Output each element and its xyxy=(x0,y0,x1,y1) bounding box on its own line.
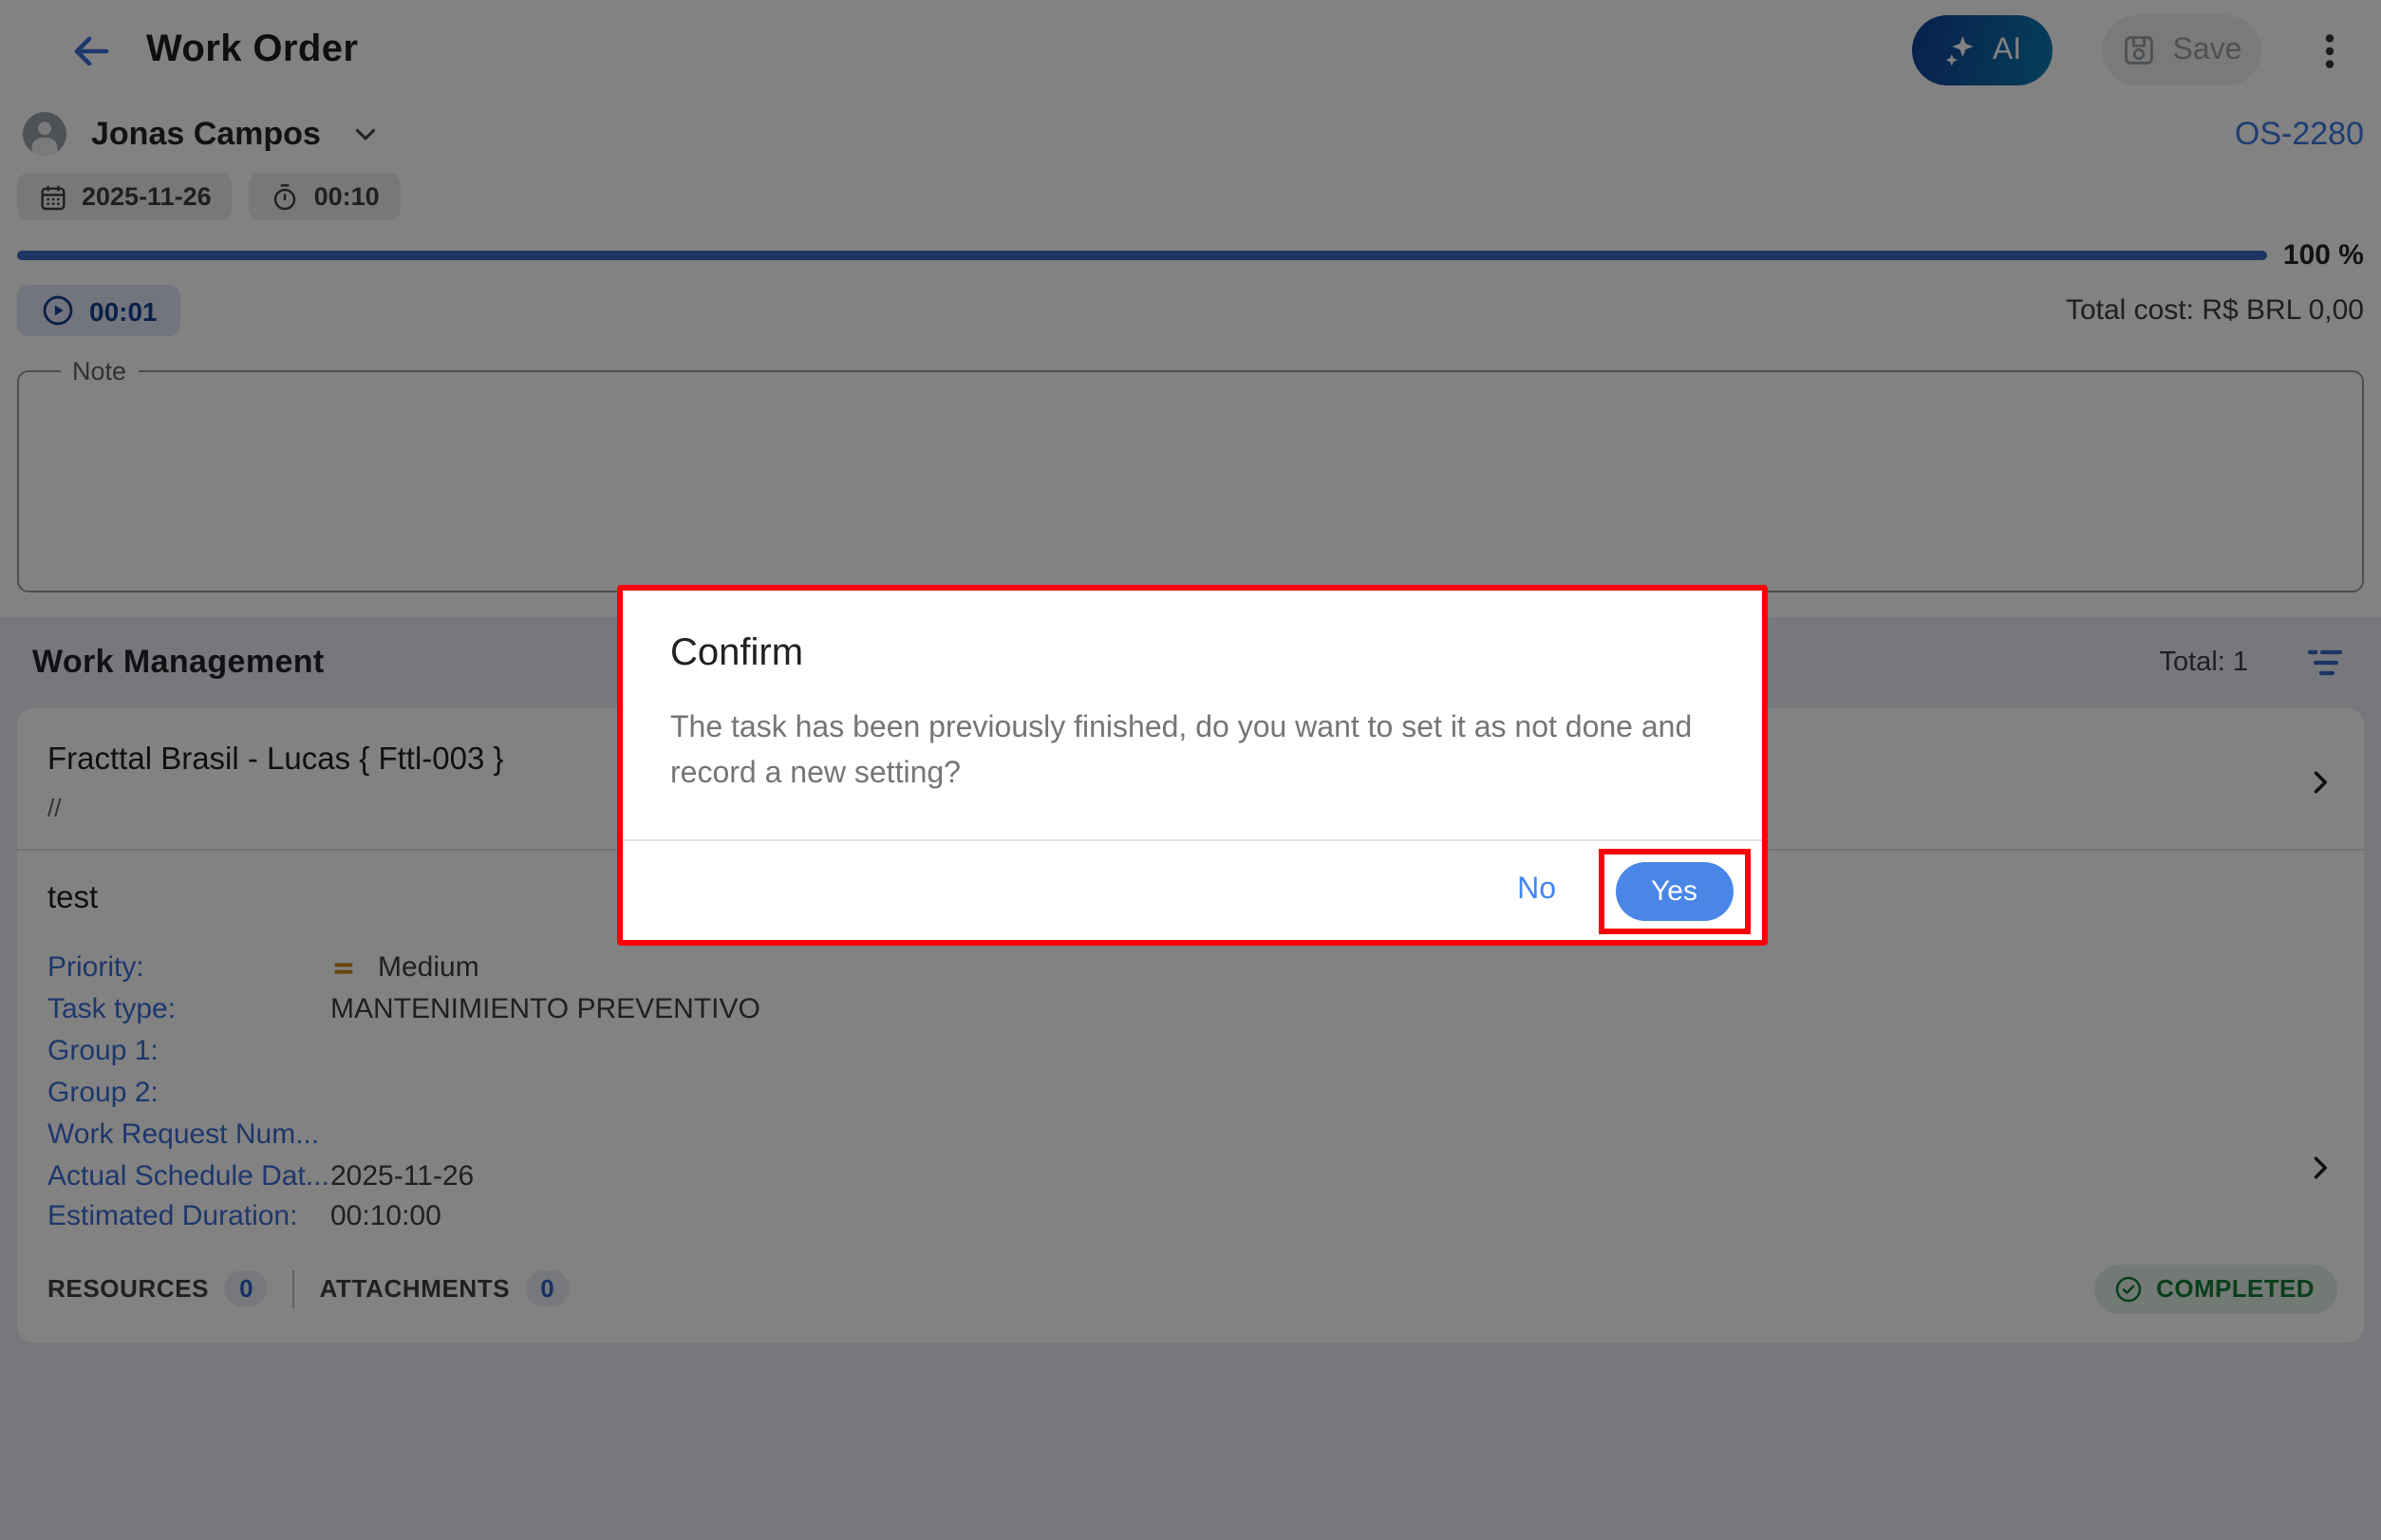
dialog-title: Confirm xyxy=(670,632,1715,676)
dialog-message: The task has been previously finished, d… xyxy=(670,706,1734,798)
app-window: Work Order AI Save xyxy=(0,0,2381,1540)
confirm-dialog: Confirm The task has been previously fin… xyxy=(617,585,1768,946)
dialog-footer: No Yes xyxy=(623,839,1762,940)
no-button[interactable]: No xyxy=(1517,873,1556,908)
yes-button-annotation: Yes xyxy=(1598,848,1751,933)
yes-button[interactable]: Yes xyxy=(1615,861,1734,920)
